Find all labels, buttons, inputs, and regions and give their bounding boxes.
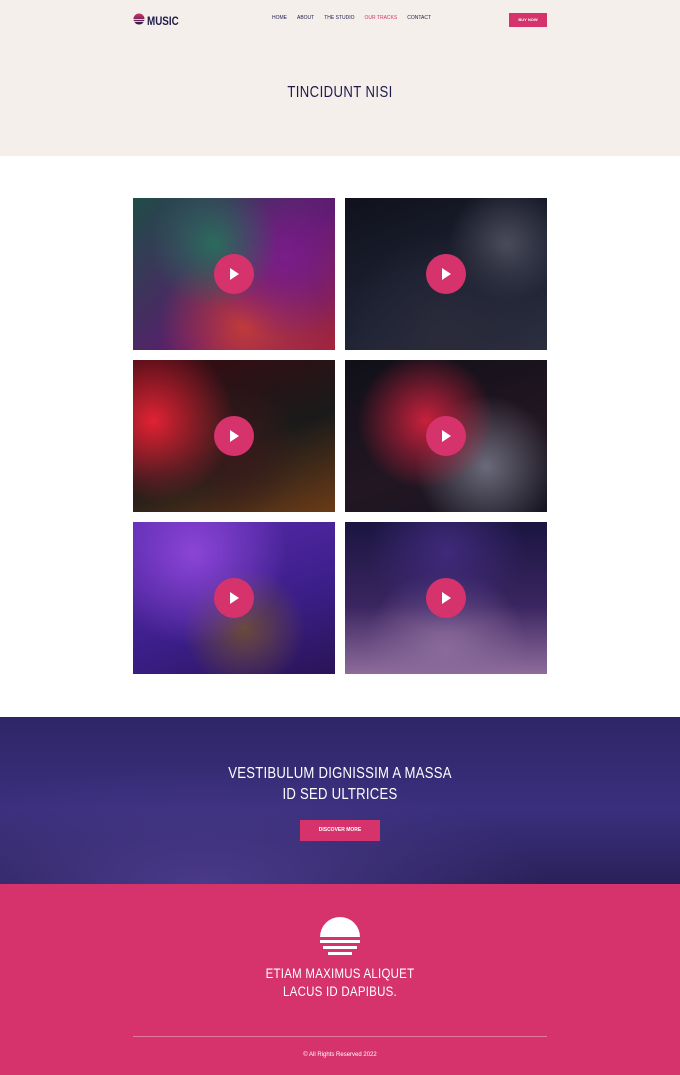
play-icon	[230, 268, 239, 280]
track-5-thumbnail[interactable]	[133, 522, 335, 674]
play-icon	[442, 592, 451, 604]
nav-our-tracks[interactable]: OUR TRACKS	[365, 15, 398, 21]
footer: ETIAM MAXIMUS ALIQUET LACUS ID DAPIBUS. …	[0, 884, 680, 1075]
footer-title-line-2: LACUS ID DAPIBUS.	[283, 983, 397, 999]
cta-title-line-2: ID SED ULTRICES	[282, 786, 398, 803]
track-1-thumbnail[interactable]	[133, 198, 335, 350]
play-icon	[442, 268, 451, 280]
play-icon	[230, 592, 239, 604]
track-6-thumbnail[interactable]	[345, 522, 547, 674]
cta-section: VESTIBULUM DIGNISSIM A MASSA ID SED ULTR…	[0, 717, 680, 884]
nav-about[interactable]: ABOUT	[297, 15, 314, 21]
cta-title: VESTIBULUM DIGNISSIM A MASSA ID SED ULTR…	[61, 763, 619, 805]
track-3-thumbnail[interactable]	[133, 360, 335, 512]
page-title: TINCIDUNT NISI	[287, 84, 393, 101]
footer-title: ETIAM MAXIMUS ALIQUET LACUS ID DAPIBUS.	[61, 964, 619, 1000]
footer-divider	[133, 1036, 547, 1037]
nav-contact[interactable]: CONTACT	[407, 15, 431, 21]
play-button[interactable]	[426, 578, 466, 618]
play-icon	[442, 430, 451, 442]
play-button[interactable]	[426, 416, 466, 456]
play-button[interactable]	[426, 254, 466, 294]
track-4-thumbnail[interactable]	[345, 360, 547, 512]
discover-more-button[interactable]: DISCOVER MORE	[300, 820, 380, 841]
sunset-logo-icon	[133, 12, 145, 30]
play-icon	[230, 430, 239, 442]
buy-now-button[interactable]: BUY NOW	[509, 13, 547, 27]
logo[interactable]: MUSIC	[133, 13, 186, 29]
play-button[interactable]	[214, 254, 254, 294]
play-button[interactable]	[214, 578, 254, 618]
main-menu: HOME ABOUT THE STUDIO OUR TRACKS CONTACT	[272, 15, 441, 21]
logo-text: MUSIC	[147, 14, 179, 28]
nav-home[interactable]: HOME	[272, 15, 287, 21]
nav-the-studio[interactable]: THE STUDIO	[324, 15, 354, 21]
play-button[interactable]	[214, 416, 254, 456]
track-2-thumbnail[interactable]	[345, 198, 547, 350]
footer-title-line-1: ETIAM MAXIMUS ALIQUET	[265, 965, 415, 981]
top-nav: MUSIC HOME ABOUT THE STUDIO OUR TRACKS C…	[133, 10, 547, 30]
sunset-logo-icon	[319, 916, 361, 958]
tracks-grid	[133, 198, 547, 674]
hero-section: MUSIC HOME ABOUT THE STUDIO OUR TRACKS C…	[0, 0, 680, 156]
copyright-text: © All Rights Reserved 2022	[303, 1052, 377, 1058]
cta-title-line-1: VESTIBULUM DIGNISSIM A MASSA	[228, 765, 452, 782]
